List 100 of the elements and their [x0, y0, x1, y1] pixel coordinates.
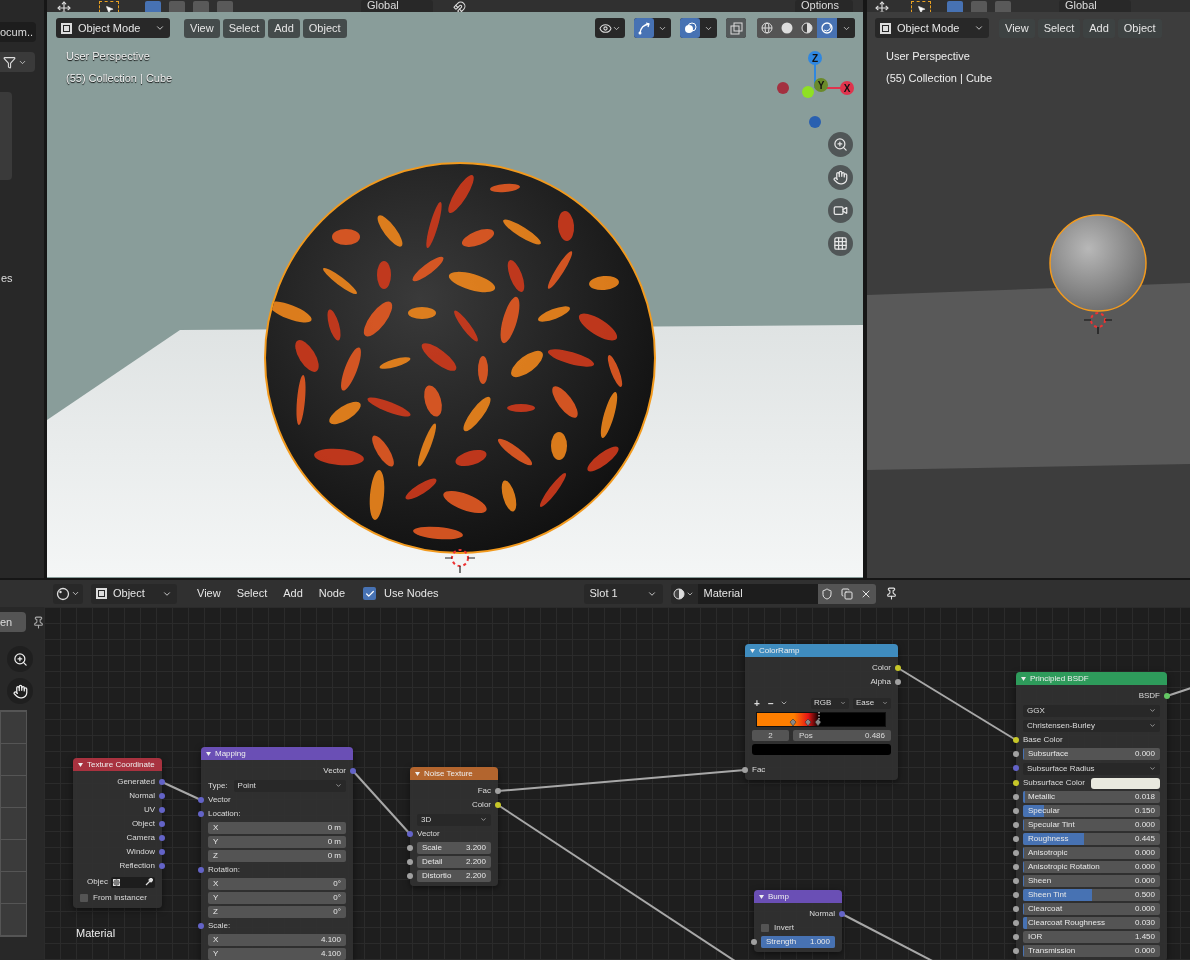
- pin-icon[interactable]: [884, 587, 898, 600]
- menu-button[interactable]: Select: [222, 18, 266, 38]
- hand-icon[interactable]: [7, 678, 33, 704]
- menu-button[interactable]: Select: [1037, 18, 1081, 38]
- collapse-triangle-icon[interactable]: [206, 751, 211, 756]
- number-field[interactable]: Z 0 m: [208, 850, 346, 862]
- menu-button[interactable]: Object: [302, 18, 347, 38]
- node-header[interactable]: Texture Coordinate: [73, 758, 162, 771]
- menu-button[interactable]: Node: [312, 585, 352, 602]
- number-field[interactable]: Z 0°: [208, 906, 346, 918]
- number-field[interactable]: IOR 1.450: [1023, 931, 1160, 943]
- menu-button[interactable]: Object: [1117, 18, 1162, 38]
- 3d-viewport[interactable]: Object Mode View Select Add Object User Perspective (55) Collection | Cube Z Y X: [47, 12, 863, 578]
- shader-node[interactable]: Mapping Vector Type: Point Vector Location: X 0 m Y 0 m Z 0 m Rotation: X 0° Y 0° Z 0° Scale: X 4.100 Y 4.100: [201, 747, 353, 960]
- close-icon[interactable]: [856, 583, 876, 604]
- collapse-triangle-icon[interactable]: [1021, 676, 1026, 681]
- dropdown[interactable]: Subsurface Radius: [1023, 762, 1160, 775]
- number-field[interactable]: Clearcoat 0.000: [1023, 903, 1160, 915]
- object-field[interactable]: [111, 876, 155, 888]
- number-field[interactable]: Sheen 0.000: [1023, 875, 1160, 887]
- color-ramp-gradient[interactable]: [756, 712, 886, 727]
- node-canvas[interactable]: [44, 607, 1190, 960]
- number-field[interactable]: X 4.100: [208, 934, 346, 946]
- mode-dropdown[interactable]: Object Mode: [875, 18, 989, 38]
- pin-icon[interactable]: [32, 615, 45, 629]
- hand-icon[interactable]: [828, 165, 853, 190]
- use-nodes-checkbox[interactable]: [363, 587, 377, 600]
- text-field[interactable]: ocum..: [0, 22, 36, 42]
- options-dropdown[interactable]: Options: [795, 0, 853, 12]
- node-header[interactable]: Noise Texture: [410, 767, 498, 780]
- number-field[interactable]: Y 0°: [208, 892, 346, 904]
- zoom-icon[interactable]: [7, 646, 33, 672]
- axis-gizmo-drawing[interactable]: Z Y X: [775, 50, 859, 130]
- number-field[interactable]: X 0 m: [208, 822, 346, 834]
- number-field[interactable]: Sheen Tint 0.500: [1023, 889, 1160, 901]
- transform-icon[interactable]: [875, 1, 889, 12]
- 3d-viewport[interactable]: Object Mode View Select Add Object User Perspective (55) Collection | Cube: [867, 12, 1190, 578]
- number-field[interactable]: Roughness 0.445: [1023, 833, 1160, 845]
- number-field[interactable]: Specular 0.150: [1023, 805, 1160, 817]
- visibility-dropdown[interactable]: [595, 18, 625, 38]
- menu-button[interactable]: View: [999, 18, 1035, 38]
- zoom-icon[interactable]: [828, 132, 853, 157]
- dropdown[interactable]: Ease: [853, 697, 891, 709]
- number-field[interactable]: Distortio 2.200: [417, 870, 491, 882]
- shader-node[interactable]: Bump Normal Invert Strength 1.000: [754, 890, 842, 952]
- color-swatch[interactable]: [752, 744, 891, 755]
- material-browse-dropdown[interactable]: [670, 583, 698, 604]
- camera-icon[interactable]: [828, 198, 853, 223]
- color-swatch[interactable]: [1090, 777, 1160, 789]
- number-field[interactable]: Detail 2.200: [417, 856, 491, 868]
- node-header[interactable]: Bump: [754, 890, 842, 903]
- number-field[interactable]: Metallic 0.018: [1023, 791, 1160, 803]
- slot-dropdown[interactable]: Slot 1: [583, 583, 663, 604]
- grid-icon[interactable]: [828, 231, 853, 256]
- shader-node[interactable]: Texture Coordinate Generated Normal UV Object Camera Window Reflection Objec From Instancer: [73, 758, 162, 908]
- collapse-triangle-icon[interactable]: [415, 771, 420, 776]
- number-field[interactable]: X 0°: [208, 878, 346, 890]
- checkbox[interactable]: [761, 924, 769, 932]
- number-field[interactable]: Scale 3.200: [417, 842, 491, 854]
- ramp-tool-button[interactable]: +: [752, 695, 762, 711]
- viewport-toggle[interactable]: [634, 18, 654, 38]
- viewport-toggle[interactable]: [726, 18, 746, 38]
- ramp-tool-button[interactable]: −: [766, 695, 776, 711]
- number-field[interactable]: Y 0 m: [208, 836, 346, 848]
- menu-button[interactable]: Select: [230, 585, 274, 602]
- menu-button[interactable]: Add: [1083, 18, 1115, 38]
- number-field[interactable]: Subsurface 0.000: [1023, 748, 1160, 760]
- dropdown[interactable]: 3D: [417, 813, 491, 826]
- object-type-dropdown[interactable]: Object: [91, 583, 177, 604]
- shader-node[interactable]: Noise Texture Fac Color 3D Vector Scale 3.200 Detail 2.200 Distortio 2.200: [410, 767, 498, 886]
- menu-button[interactable]: View: [191, 585, 227, 602]
- orientation-dropdown[interactable]: Global: [361, 0, 433, 12]
- checkbox[interactable]: [80, 894, 88, 902]
- number-field[interactable]: Anisotropic 0.000: [1023, 847, 1160, 859]
- dropdown[interactable]: Point: [233, 779, 346, 792]
- material-name-field[interactable]: Material: [697, 583, 818, 604]
- collapse-triangle-icon[interactable]: [759, 894, 764, 899]
- collapse-triangle-icon[interactable]: [78, 762, 83, 767]
- dropdown[interactable]: RGB: [811, 697, 849, 709]
- shader-node[interactable]: [1016, 672, 1167, 960]
- number-field[interactable]: Pos 0.486: [793, 730, 891, 741]
- menu-button[interactable]: Add: [268, 18, 300, 38]
- orientation-dropdown[interactable]: Global: [1059, 0, 1131, 12]
- editor-type-dropdown[interactable]: [53, 583, 83, 604]
- number-field[interactable]: Strength 1.000: [761, 936, 835, 948]
- transform-icon[interactable]: [57, 1, 71, 12]
- shader-node[interactable]: ColorRamp Color Alpha + − RGB Ease 2 Pos 0.486 Fac: [745, 644, 898, 780]
- node-header[interactable]: Mapping: [201, 747, 353, 760]
- index-field[interactable]: 2: [752, 730, 789, 741]
- menu-button[interactable]: View: [184, 18, 220, 38]
- collapse-triangle-icon[interactable]: [750, 648, 755, 653]
- panel-tab[interactable]: en: [0, 612, 26, 632]
- viewport-toggle[interactable]: [680, 18, 700, 38]
- fake-user-shield-icon[interactable]: [817, 583, 837, 604]
- number-field[interactable]: Y 4.100: [208, 948, 346, 960]
- shading-mode-button[interactable]: [817, 18, 837, 38]
- dropdown[interactable]: GGX: [1023, 704, 1160, 717]
- number-field[interactable]: Specular Tint 0.000: [1023, 819, 1160, 831]
- dropdown[interactable]: Christensen-Burley: [1023, 719, 1160, 732]
- menu-button[interactable]: Add: [277, 585, 309, 602]
